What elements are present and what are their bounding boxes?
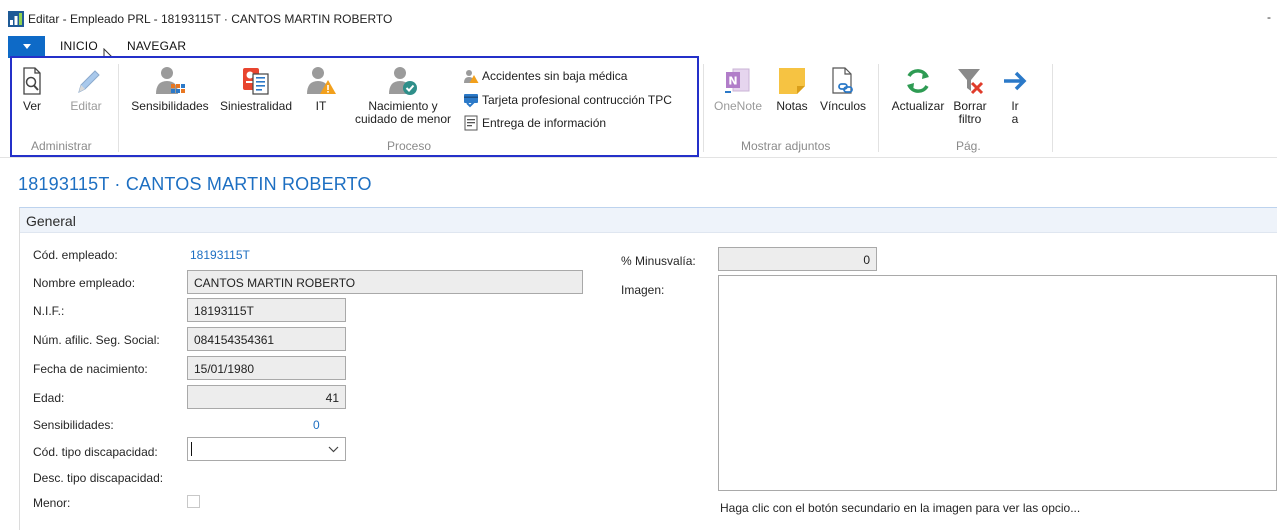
general-fasttab-header[interactable]: General — [20, 208, 1277, 233]
actualizar-label: Actualizar — [891, 99, 945, 113]
dropdown-arrow-icon — [23, 44, 31, 49]
app-logo-icon — [8, 11, 24, 27]
afiliacion-label: Núm. afilic. Seg. Social: — [33, 333, 160, 347]
nif-label: N.I.F.: — [33, 304, 65, 318]
ribbon-selection-highlight — [10, 56, 699, 157]
onenote-label: OneNote — [713, 99, 763, 113]
minimize-button[interactable]: - — [1267, 10, 1271, 24]
image-hint-text: Haga clic con el botón secundario en la … — [720, 501, 1081, 515]
cod-empleado-label: Cód. empleado: — [33, 248, 118, 262]
vinculos-label: Vínculos — [819, 99, 867, 113]
sensibilidades-value[interactable]: 0 — [313, 418, 320, 432]
vinculos-button[interactable]: Vínculos — [816, 66, 870, 113]
onenote-button[interactable]: N OneNote — [710, 66, 766, 113]
afiliacion-field[interactable]: 084154354361 — [187, 327, 346, 351]
ir-a-button[interactable]: Ir a — [1000, 66, 1030, 126]
clear-filter-icon — [958, 69, 984, 95]
tab-navegar[interactable]: NAVEGAR — [127, 39, 186, 53]
arrow-right-icon — [1004, 71, 1027, 91]
onenote-icon: N — [725, 68, 750, 93]
desc-discapacidad-label: Desc. tipo discapacidad: — [33, 471, 164, 485]
tipo-discapacidad-select[interactable] — [187, 437, 346, 461]
notas-label: Notas — [776, 99, 808, 113]
menor-label: Menor: — [33, 496, 71, 510]
notas-button[interactable]: Notas — [773, 66, 811, 113]
image-box[interactable] — [718, 275, 1277, 491]
svg-text:N: N — [728, 75, 737, 88]
minusvalia-field[interactable]: 0 — [718, 247, 877, 271]
menor-checkbox[interactable] — [187, 495, 200, 508]
title-bar: Editar - Empleado PRL - 18193115T · CANT… — [0, 0, 1277, 34]
edad-field[interactable]: 41 — [187, 385, 346, 409]
page-title: 18193115T · CANTOS MARTIN ROBERTO — [18, 174, 372, 194]
minusvalia-label: % Minusvalía: — [621, 254, 696, 268]
fecha-nacimiento-label: Fecha de nacimiento: — [33, 362, 148, 376]
application-menu-button[interactable] — [8, 36, 45, 58]
general-fasttab-title: General — [26, 213, 76, 229]
chevron-down-icon[interactable] — [328, 444, 339, 454]
group-label-pag: Pág. — [956, 139, 981, 153]
group-label-mostrar-adjuntos: Mostrar adjuntos — [741, 139, 831, 153]
imagen-label: Imagen: — [621, 283, 665, 297]
actualizar-button[interactable]: Actualizar — [888, 66, 948, 113]
refresh-icon — [907, 69, 929, 93]
sensibilidades-label: Sensibilidades: — [33, 418, 114, 432]
borrar-filtro-label-line2: filtro — [958, 112, 982, 126]
nombre-empleado-label: Nombre empleado: — [33, 276, 136, 290]
cod-empleado-value[interactable]: 18193115T — [190, 248, 250, 262]
ribbon-separator — [1052, 64, 1053, 152]
tab-inicio[interactable]: INICIO — [60, 39, 98, 53]
window-title: Editar - Empleado PRL - 18193115T · CANT… — [28, 12, 393, 26]
nif-field[interactable]: 18193115T — [187, 298, 346, 322]
sticky-note-icon — [779, 68, 805, 94]
link-document-icon — [832, 67, 853, 94]
ribbon-separator — [878, 64, 879, 152]
fecha-nacimiento-field[interactable]: 15/01/1980 — [187, 356, 346, 380]
tipo-discapacidad-label: Cód. tipo discapacidad: — [33, 445, 158, 459]
ribbon-tab-bar: INICIO NAVEGAR — [0, 36, 1277, 66]
ir-a-label-line2: a — [1011, 112, 1019, 126]
borrar-filtro-button[interactable]: Borrar filtro — [950, 66, 990, 126]
ribbon-separator — [703, 64, 704, 152]
text-caret — [191, 442, 192, 456]
nombre-empleado-field[interactable]: CANTOS MARTIN ROBERTO — [187, 270, 583, 294]
edad-label: Edad: — [33, 391, 65, 405]
